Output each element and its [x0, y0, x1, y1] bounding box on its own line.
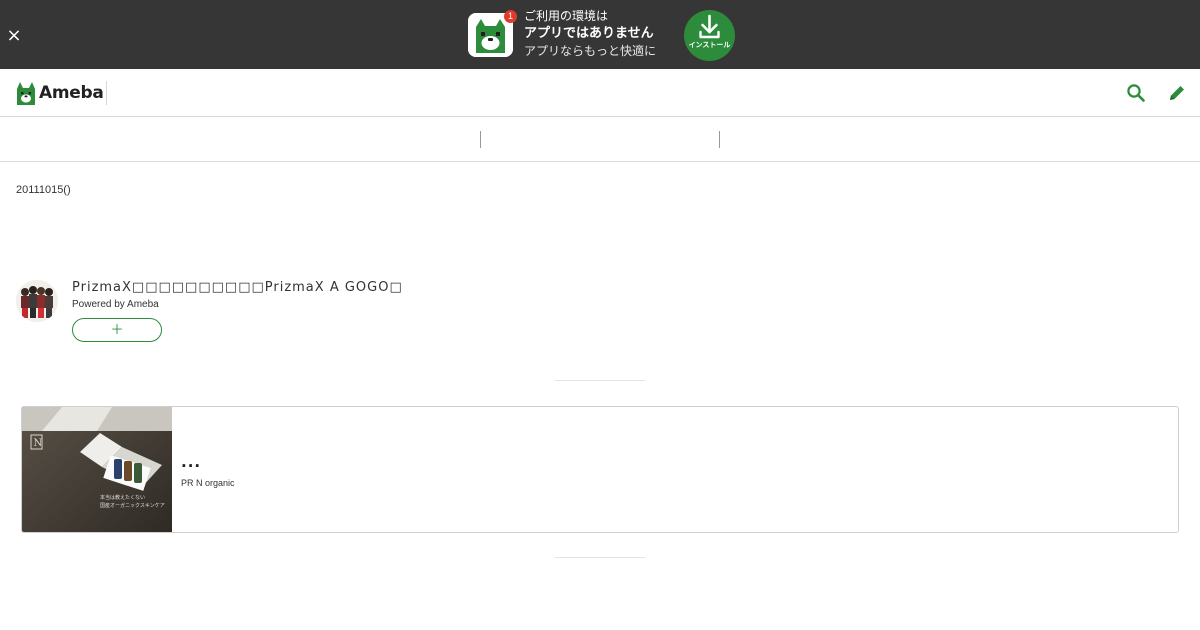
site-header: Ameba [0, 69, 1200, 117]
pencil-icon[interactable] [1166, 82, 1188, 104]
banner-message: ご利用の環境は アプリではありません アプリならもっと快適に [524, 8, 679, 60]
tab-3[interactable] [720, 117, 1200, 161]
svg-text:本当は教えたくない: 本当は教えたくない [100, 494, 145, 501]
banner-line-3: アプリならもっと快適に [524, 44, 657, 58]
app-download-banner: × 1 ご利用の環境は アプリではありません アプリならもっと快適に インストー… [0, 0, 1200, 69]
svg-text:国産オーガニックスキンケア: 国産オーガニックスキンケア [100, 502, 165, 509]
follow-button[interactable]: ＋ [72, 318, 162, 342]
svg-text:N: N [34, 438, 43, 449]
download-icon [699, 14, 720, 39]
ad-sponsor: PR N organic [181, 478, 235, 488]
ameba-logo-icon [17, 81, 35, 105]
install-button[interactable]: インストール [684, 10, 735, 61]
install-label: インストール [688, 41, 731, 49]
powered-by: Powered by Ameba [72, 299, 159, 310]
avatar[interactable] [16, 280, 58, 322]
blog-tab-bar [0, 117, 1200, 162]
logo-divider [106, 81, 107, 105]
blog-profile: PrizmaX□□□□□□□□□□PrizmaX A GOGO□ Powered… [16, 276, 616, 346]
search-icon[interactable] [1125, 82, 1147, 104]
blog-title[interactable]: PrizmaX□□□□□□□□□□PrizmaX A GOGO□ [72, 280, 403, 295]
section-divider [555, 557, 645, 558]
tab-1[interactable] [0, 117, 480, 161]
banner-line-1: ご利用の環境は [524, 9, 609, 23]
logo-text: Ameba [39, 83, 104, 103]
section-divider [555, 380, 645, 381]
ad-card[interactable]: N 本当は教えたくない 国産オーガニックスキンケア ... PR N organ… [21, 406, 1179, 533]
ad-image: N 本当は教えたくない 国産オーガニックスキンケア [22, 407, 172, 532]
post-date: 20111015() [16, 184, 71, 196]
notification-badge: 1 [504, 10, 517, 23]
banner-line-2: アプリではありません [524, 26, 654, 41]
close-icon[interactable]: × [4, 26, 24, 46]
tab-2[interactable] [481, 117, 719, 161]
ameba-logo[interactable]: Ameba [16, 80, 104, 106]
ad-title[interactable]: ... [181, 453, 201, 471]
